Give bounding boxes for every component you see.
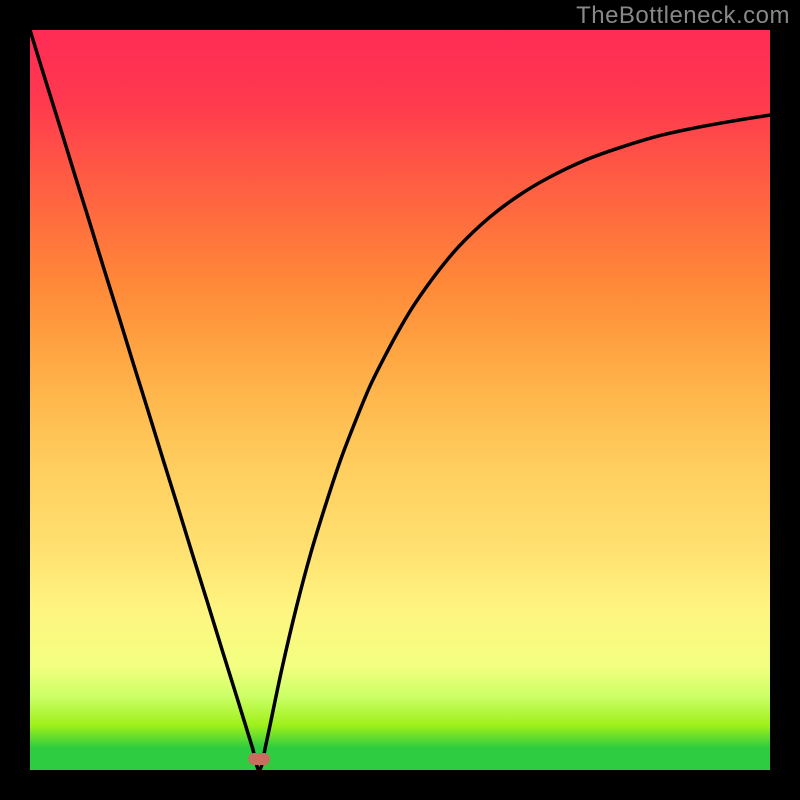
- chart-frame: TheBottleneck.com: [0, 0, 800, 800]
- vertex-marker: [248, 753, 270, 765]
- plot-area: [30, 30, 770, 770]
- bottleneck-curve: [30, 30, 770, 770]
- watermark-text: TheBottleneck.com: [576, 2, 790, 30]
